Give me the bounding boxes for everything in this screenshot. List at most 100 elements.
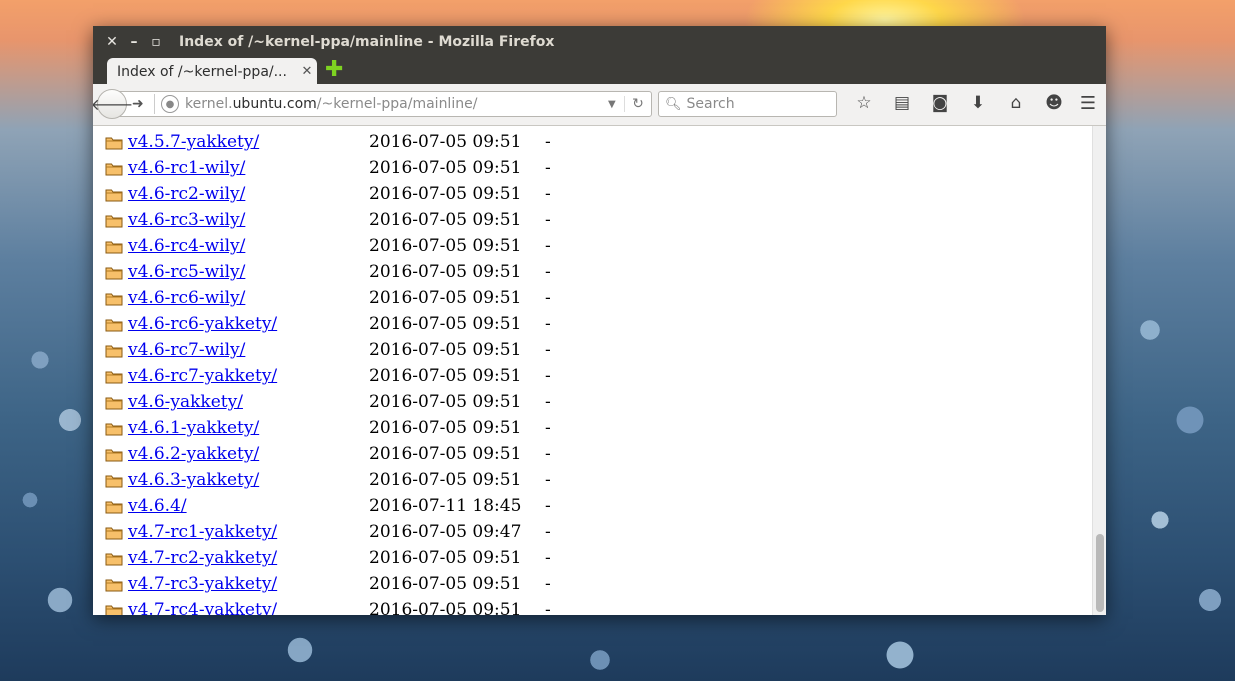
folder-icon xyxy=(105,318,123,332)
modified-date: 2016-07-05 09:51 xyxy=(369,288,522,308)
url-prefix: kernel. xyxy=(185,96,233,112)
file-size: - xyxy=(545,340,551,360)
file-size: - xyxy=(545,444,551,464)
file-size: - xyxy=(545,210,551,230)
directory-link[interactable]: v4.6-rc7-wily/ xyxy=(128,340,245,360)
directory-link[interactable]: v4.6-rc2-wily/ xyxy=(128,184,245,204)
table-row: v4.6-rc6-yakkety/2016-07-05 09:51 - xyxy=(103,312,1083,338)
window-title: Index of /~kernel-ppa/mainline - Mozilla… xyxy=(179,33,555,50)
directory-link[interactable]: v4.6.3-yakkety/ xyxy=(128,470,259,490)
directory-link[interactable]: v4.6-rc5-wily/ xyxy=(128,262,245,282)
reading-list-icon[interactable]: ▤ xyxy=(883,93,921,113)
table-row: v4.7-rc3-yakkety/2016-07-05 09:51 - xyxy=(103,572,1083,598)
directory-link[interactable]: v4.6.2-yakkety/ xyxy=(128,444,259,464)
folder-icon xyxy=(105,422,123,436)
modified-date: 2016-07-05 09:51 xyxy=(369,574,522,594)
home-icon[interactable]: ⌂ xyxy=(997,93,1035,113)
table-row: v4.6-rc7-yakkety/2016-07-05 09:51 - xyxy=(103,364,1083,390)
modified-date: 2016-07-05 09:51 xyxy=(369,600,522,615)
file-size: - xyxy=(545,574,551,594)
table-row: v4.6.3-yakkety/2016-07-05 09:51 - xyxy=(103,468,1083,494)
directory-link[interactable]: v4.5.7-yakkety/ xyxy=(128,132,259,152)
table-row: v4.6-rc4-wily/2016-07-05 09:51 - xyxy=(103,234,1083,260)
minimize-window-button[interactable]: – xyxy=(123,34,145,50)
directory-link[interactable]: v4.6-yakkety/ xyxy=(128,392,243,412)
table-row: v4.6.4/2016-07-11 18:45 - xyxy=(103,494,1083,520)
url-domain: ubuntu.com xyxy=(232,96,317,112)
directory-link[interactable]: v4.6-rc6-yakkety/ xyxy=(128,314,277,334)
url-path: /~kernel-ppa/mainline/ xyxy=(316,96,478,112)
folder-icon xyxy=(105,396,123,410)
directory-link[interactable]: v4.7-rc1-yakkety/ xyxy=(128,522,277,542)
file-size: - xyxy=(545,418,551,438)
maximize-window-button[interactable]: ▫ xyxy=(145,34,167,50)
modified-date: 2016-07-05 09:51 xyxy=(369,366,522,386)
title-bar: ✕ – ▫ Index of /~kernel-ppa/mainline - M… xyxy=(93,26,1106,57)
modified-date: 2016-07-05 09:51 xyxy=(369,444,522,464)
search-icon: 🔍︎ xyxy=(665,96,682,112)
modified-date: 2016-07-11 18:45 xyxy=(369,496,522,516)
file-size: - xyxy=(545,470,551,490)
new-tab-button[interactable]: ✚ xyxy=(325,59,345,81)
modified-date: 2016-07-05 09:51 xyxy=(369,132,522,152)
directory-link[interactable]: v4.6.4/ xyxy=(128,496,187,516)
file-size: - xyxy=(545,158,551,178)
file-size: - xyxy=(545,600,551,615)
table-row: v4.7-rc4-yakkety/2016-07-05 09:51 - xyxy=(103,598,1083,615)
url-text[interactable]: kernel.ubuntu.com/~kernel-ppa/mainline/ xyxy=(185,96,608,112)
file-size: - xyxy=(545,236,551,256)
bookmark-star-icon[interactable]: ☆ xyxy=(845,93,883,113)
tab-bar: Index of /~kernel-ppa/... ✕ ✚ xyxy=(93,57,1106,85)
reload-icon[interactable]: ↻ xyxy=(624,96,651,112)
directory-link[interactable]: v4.7-rc2-yakkety/ xyxy=(128,548,277,568)
directory-link[interactable]: v4.6-rc1-wily/ xyxy=(128,158,245,178)
pocket-icon[interactable]: ◙ xyxy=(921,93,959,113)
directory-link[interactable]: v4.7-rc3-yakkety/ xyxy=(128,574,277,594)
file-size: - xyxy=(545,392,551,412)
folder-icon xyxy=(105,370,123,384)
tab-close-icon[interactable]: ✕ xyxy=(297,64,317,79)
table-row: v4.6-rc3-wily/2016-07-05 09:51 - xyxy=(103,208,1083,234)
file-size: - xyxy=(545,548,551,568)
back-button[interactable]: 🡐 xyxy=(93,89,133,119)
hello-chat-icon[interactable]: ☻ xyxy=(1035,93,1073,113)
file-size: - xyxy=(545,262,551,282)
tab-index[interactable]: Index of /~kernel-ppa/... ✕ xyxy=(107,58,317,85)
directory-link[interactable]: v4.6-rc4-wily/ xyxy=(128,236,245,256)
firefox-window: ✕ – ▫ Index of /~kernel-ppa/mainline - M… xyxy=(93,26,1106,615)
url-bar[interactable]: ➜ ● kernel.ubuntu.com/~kernel-ppa/mainli… xyxy=(117,91,652,117)
folder-icon xyxy=(105,214,123,228)
folder-icon xyxy=(105,240,123,254)
toolbar-icons: ☆ ▤ ◙ ⬇ ⌂ ☻ xyxy=(845,93,1073,113)
file-size: - xyxy=(545,496,551,516)
modified-date: 2016-07-05 09:51 xyxy=(369,340,522,360)
modified-date: 2016-07-05 09:51 xyxy=(369,314,522,334)
folder-icon xyxy=(105,500,123,514)
navigation-toolbar: ➜ ● kernel.ubuntu.com/~kernel-ppa/mainli… xyxy=(93,84,1106,126)
directory-link[interactable]: v4.6.1-yakkety/ xyxy=(128,418,259,438)
folder-icon xyxy=(105,526,123,540)
table-row: v4.6.2-yakkety/2016-07-05 09:51 - xyxy=(103,442,1083,468)
table-row: v4.6-rc1-wily/2016-07-05 09:51 - xyxy=(103,156,1083,182)
directory-link[interactable]: v4.7-rc4-yakkety/ xyxy=(128,600,277,615)
modified-date: 2016-07-05 09:51 xyxy=(369,210,522,230)
table-row: v4.7-rc2-yakkety/2016-07-05 09:51 - xyxy=(103,546,1083,572)
site-info-icon[interactable]: ● xyxy=(161,95,179,113)
folder-icon xyxy=(105,604,123,615)
hamburger-menu-icon[interactable]: ☰ xyxy=(1080,93,1096,114)
url-dropdown-icon[interactable]: ▼ xyxy=(608,99,624,110)
file-size: - xyxy=(545,288,551,308)
directory-link[interactable]: v4.6-rc3-wily/ xyxy=(128,210,245,230)
close-window-button[interactable]: ✕ xyxy=(101,34,123,50)
folder-icon xyxy=(105,578,123,592)
table-row: v4.6-rc7-wily/2016-07-05 09:51 - xyxy=(103,338,1083,364)
download-icon[interactable]: ⬇ xyxy=(959,93,997,113)
modified-date: 2016-07-05 09:51 xyxy=(369,548,522,568)
vertical-scrollbar[interactable] xyxy=(1092,126,1106,615)
search-box[interactable]: 🔍︎ Search xyxy=(658,91,837,117)
directory-link[interactable]: v4.6-rc6-wily/ xyxy=(128,288,245,308)
scrollbar-thumb[interactable] xyxy=(1096,534,1104,612)
file-size: - xyxy=(545,132,551,152)
directory-link[interactable]: v4.6-rc7-yakkety/ xyxy=(128,366,277,386)
forward-icon[interactable]: ➜ xyxy=(132,96,150,112)
